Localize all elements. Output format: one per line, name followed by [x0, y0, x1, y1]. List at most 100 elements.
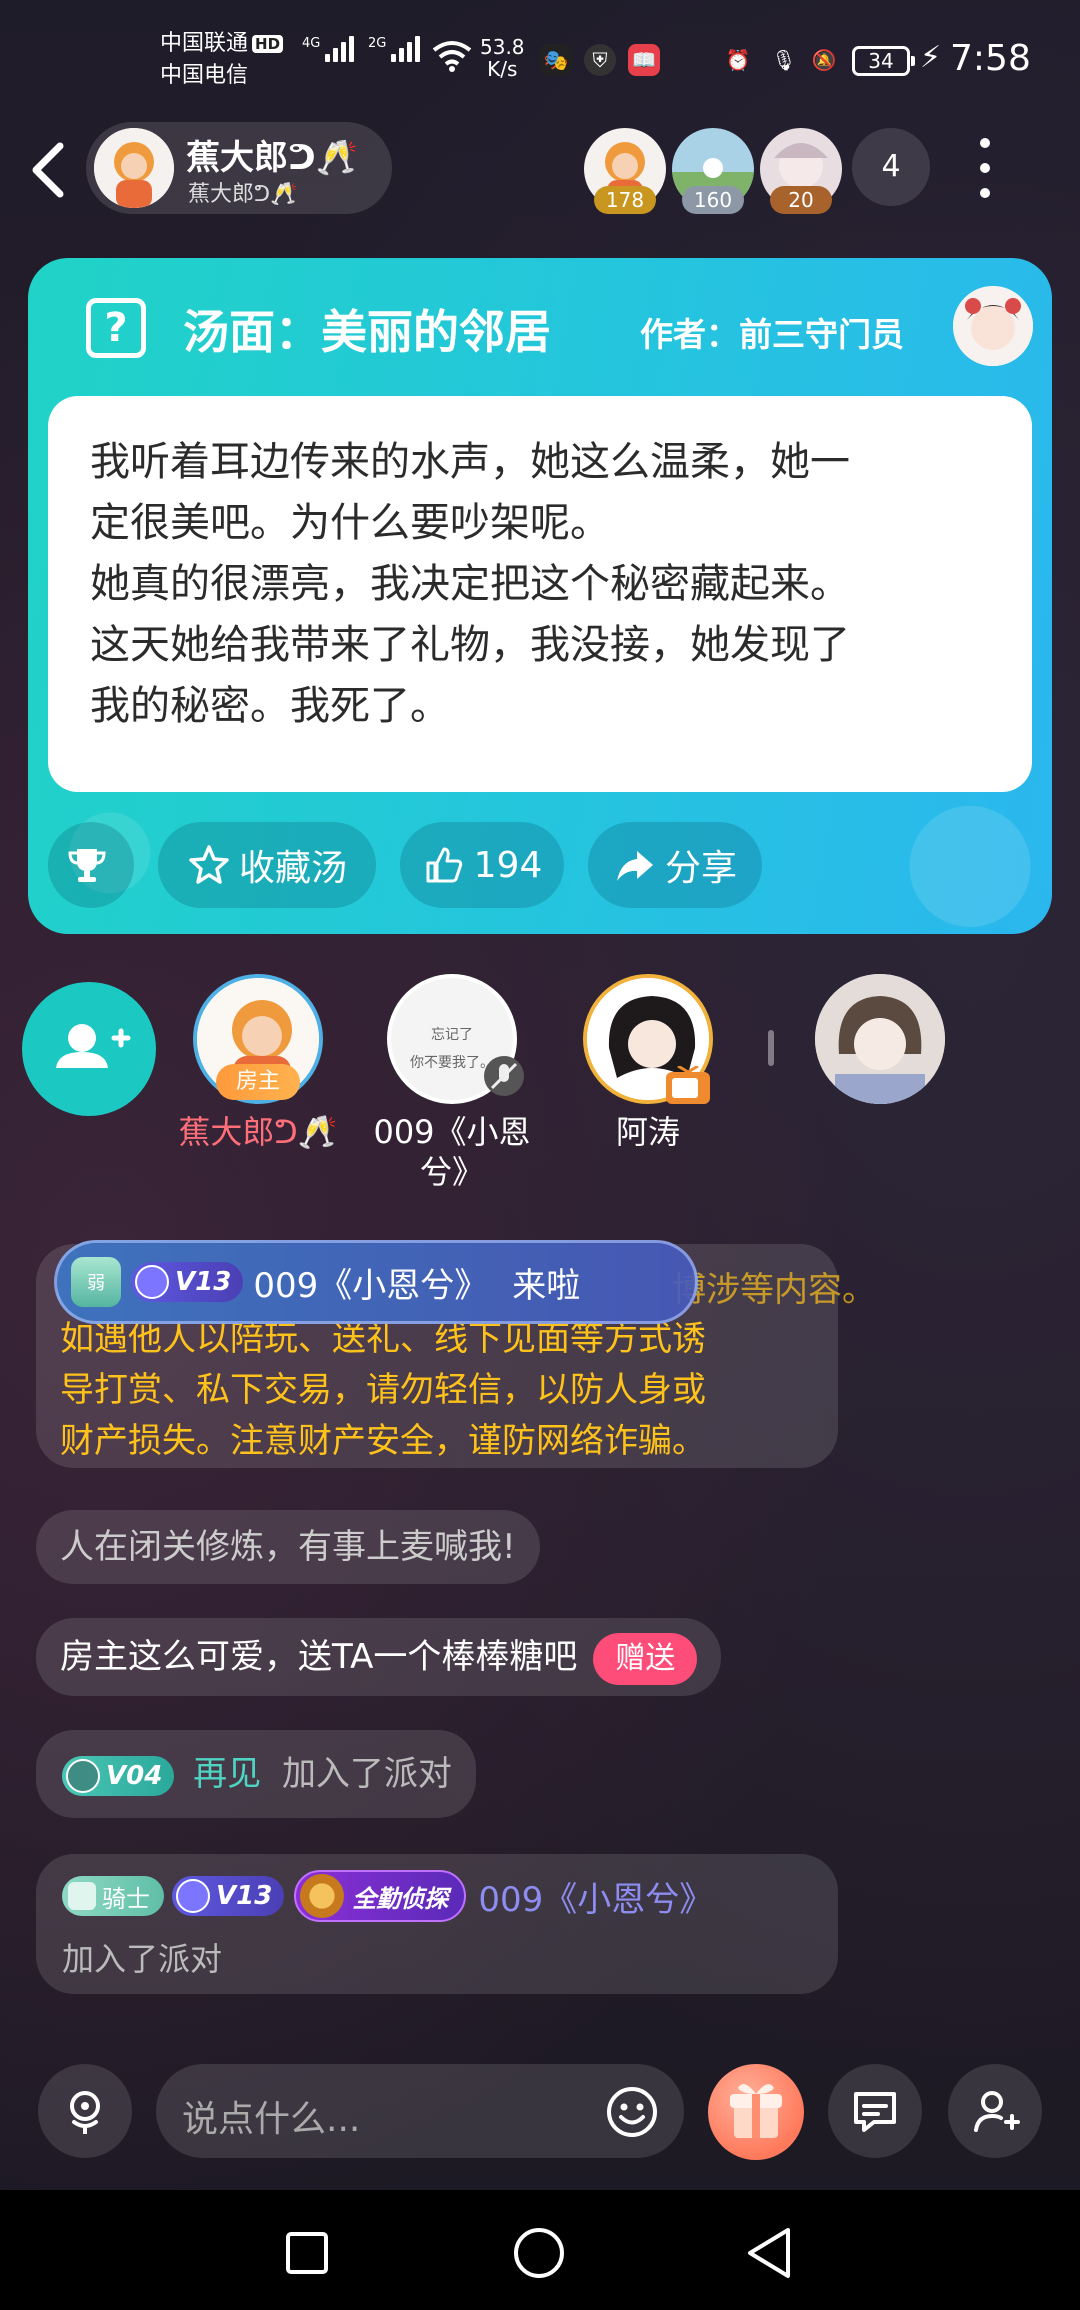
mic-icon: [70, 2091, 100, 2134]
notice-line: 财产损失。注意财产安全，谨防网络诈骗。: [60, 1421, 706, 1461]
message-button[interactable]: [828, 2064, 922, 2158]
room-owner-chip[interactable]: 蕉大郎ᕤ🥂 蕉大郎ᕤ🥂: [86, 122, 392, 214]
trophy-button[interactable]: [48, 822, 134, 908]
user-enter-banner: 弱 V13 009《小恩兮》 来啦: [54, 1240, 698, 1324]
book-icon: 📖: [628, 44, 660, 76]
chat-message: 人在闭关修炼，有事上麦喊我!: [36, 1510, 540, 1584]
soup-content: 我听着耳边传来的水声，她这么温柔，她一 定很美吧。为什么要吵架呢。 她真的很漂亮…: [48, 396, 1032, 792]
gift-button[interactable]: [708, 2064, 804, 2160]
chat-input[interactable]: 说点什么...: [156, 2064, 684, 2158]
mask-icon: 🎭: [540, 44, 572, 76]
knight-badge: 骑士: [62, 1876, 164, 1916]
like-button[interactable]: 194: [400, 822, 564, 908]
home-icon[interactable]: [512, 2226, 566, 2280]
seat-name: 蕉大郎ᕤ🥂: [178, 1113, 338, 1151]
top-contributors[interactable]: 178 160 20: [584, 128, 848, 214]
alarm-icon: ⏰: [725, 48, 751, 72]
seat-user[interactable]: 阿涛: [568, 974, 728, 1152]
mute-bell-icon: 🔕: [811, 48, 837, 72]
thumbs-up-icon: [426, 847, 462, 883]
contributor-score: 20: [770, 186, 832, 214]
soup-card: ? 汤面：美丽的邻居 作者：前三守门员 我听着耳边传来的水声，她这么温柔，她一 …: [28, 258, 1052, 934]
shield-icon: [68, 1882, 96, 1910]
emoji-icon[interactable]: [604, 2084, 660, 2140]
vip-level-badge: V13: [172, 1876, 285, 1916]
join-text: 加入了派对: [62, 1940, 223, 1978]
invite-seat-button[interactable]: [22, 982, 156, 1116]
room-subtitle: 蕉大郎ᕤ🥂: [188, 182, 298, 207]
tv-icon: [666, 1066, 710, 1104]
notice-line: 导打赏、私下交易，请勿轻信，以防人身或: [60, 1370, 706, 1410]
back-icon[interactable]: [26, 140, 70, 200]
mic-muted-icon: [484, 1056, 524, 1096]
gem-icon: [135, 1265, 169, 1299]
message-text: 人在闭关修炼，有事上麦喊我!: [60, 1527, 516, 1567]
soup-text-line: 这天她给我带来了礼物，我没接，她发现了: [90, 622, 850, 668]
soup-actions: 收藏汤 194 分享: [48, 822, 786, 908]
clock: 7:58: [950, 38, 1031, 79]
seat-name: 009《小恩兮》: [373, 1113, 531, 1191]
more-options-icon[interactable]: [975, 138, 995, 198]
contributor-avatar[interactable]: 178: [584, 128, 666, 214]
contributor-avatar[interactable]: 160: [672, 128, 754, 214]
message-text: 房主这么可爱，送TA一个棒棒糖吧: [60, 1637, 578, 1677]
room-name: 蕉大郎ᕤ🥂: [186, 138, 359, 178]
online-count[interactable]: 4: [852, 128, 930, 206]
seat-name: 阿涛: [615, 1113, 680, 1151]
favorite-button[interactable]: 收藏汤: [158, 822, 376, 908]
banner-suffix: 来啦: [512, 1265, 581, 1306]
seat-divider: [768, 1030, 774, 1066]
shield-badge: 弱: [71, 1257, 121, 1307]
hd-badge: HD: [252, 35, 284, 53]
host-tag: 房主: [216, 1064, 300, 1100]
seat-user[interactable]: [800, 974, 960, 1104]
magnifier-icon: [300, 1874, 345, 1918]
carrier-info: 中国联通 HD 中国电信: [160, 28, 284, 92]
signal-icon: 2G: [368, 36, 421, 62]
chat-message: 房主这么可爱，送TA一个棒棒糖吧 赠送: [36, 1618, 722, 1696]
nav-back-icon[interactable]: [744, 2226, 794, 2280]
gem-icon: [176, 1879, 210, 1913]
add-friend-button[interactable]: [948, 2064, 1042, 2158]
vip-level-badge: V13: [131, 1262, 244, 1302]
entering-user-name[interactable]: 009《小恩兮》: [253, 1258, 488, 1307]
add-user-icon: [56, 1024, 131, 1068]
vip-level-badge: V04: [62, 1755, 175, 1796]
soup-text-line: 我的秘密。我死了。: [90, 683, 450, 729]
charging-icon: ⚡: [920, 40, 942, 75]
notice-partial-text: 博涉等内容。: [672, 1270, 876, 1310]
seat-user[interactable]: 忘记了 你不要我了。 009《小恩兮》: [372, 974, 532, 1192]
mic-icon: 🎙: [771, 48, 797, 72]
carrier-2: 中国电信: [160, 63, 249, 88]
question-icon: ?: [86, 298, 146, 358]
share-button[interactable]: 分享: [588, 822, 762, 908]
add-user-icon: [974, 2091, 1020, 2132]
gift-icon: [730, 2084, 782, 2138]
soup-author: 作者：前三守门员: [640, 315, 904, 354]
seat-host[interactable]: 房主 蕉大郎ᕤ🥂: [178, 974, 338, 1152]
recents-icon[interactable]: [284, 2230, 330, 2276]
status-bar: 中国联通 HD 中国电信 4G 2G 53.8 K/s 🎭 ⛨ 📖 ⏰ 🎙 🔕 34…: [0, 0, 1080, 120]
mic-button[interactable]: [38, 2064, 132, 2158]
seat-avatar: [815, 974, 945, 1104]
signal-icon: 4G: [302, 36, 355, 62]
wifi-icon: [432, 41, 472, 72]
soup-title: 汤面：美丽的邻居: [183, 305, 551, 359]
join-message: V04 再见 加入了派对: [36, 1730, 476, 1818]
join-text: 加入了派对: [281, 1754, 452, 1794]
join-user-name[interactable]: 再见: [193, 1754, 261, 1794]
join-user-name[interactable]: 009《小恩兮》: [478, 1872, 713, 1921]
share-label: 分享: [664, 848, 737, 889]
system-nav-bar: [0, 2190, 1080, 2310]
author-avatar[interactable]: [953, 286, 1033, 366]
soup-text-line: 她真的很漂亮，我决定把这个秘密藏起来。: [90, 561, 850, 607]
like-count: 194: [473, 844, 543, 886]
soup-text-line: 我听着耳边传来的水声，她这么温柔，她一: [90, 439, 850, 485]
battery-icon: 34: [852, 46, 915, 76]
send-gift-button[interactable]: 赠送: [593, 1632, 698, 1685]
contributor-avatar[interactable]: 20: [760, 128, 842, 214]
net-speed: 53.8 K/s: [480, 35, 525, 81]
trophy-icon: [68, 849, 106, 882]
star-icon: [189, 845, 229, 884]
chat-input-placeholder: 说点什么...: [182, 2099, 361, 2140]
